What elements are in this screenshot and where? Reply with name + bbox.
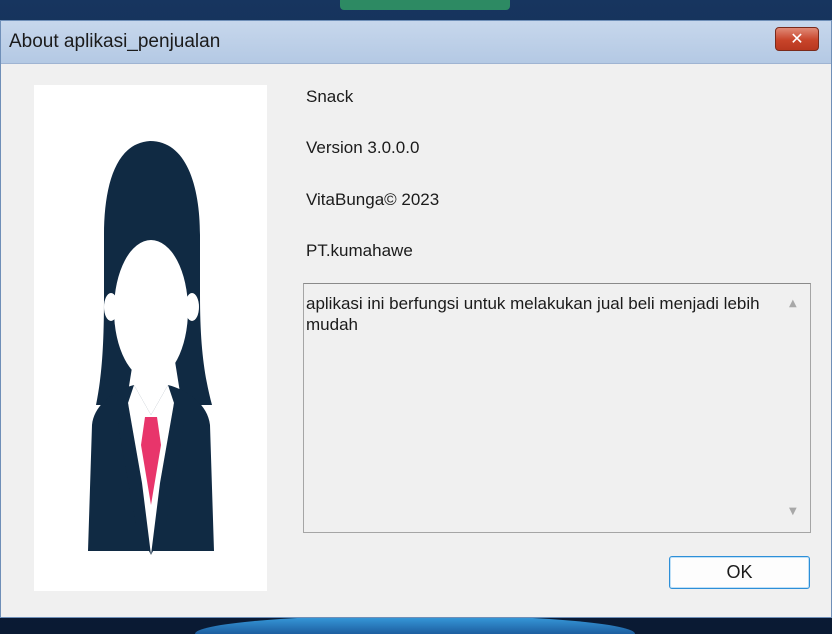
scroll-up-icon[interactable]: ▲	[789, 298, 797, 309]
description-textbox[interactable]: aplikasi ini berfungsi untuk melakukan j…	[303, 283, 811, 533]
description-text: aplikasi ini berfungsi untuk melakukan j…	[306, 294, 760, 334]
about-dialog: About aplikasi_penjualan ✕ Snack Version	[0, 20, 832, 618]
description-scrollbar[interactable]: ▲ ▼	[780, 284, 810, 532]
ok-button[interactable]: OK	[669, 556, 810, 589]
background-window-edge	[340, 0, 510, 10]
window-title: About aplikasi_penjualan	[9, 31, 221, 52]
logo-image	[34, 85, 267, 591]
scroll-down-icon[interactable]: ▼	[789, 506, 797, 517]
product-name: Snack	[306, 87, 354, 106]
copyright-label: VitaBunga© 2023	[306, 190, 440, 209]
close-button[interactable]: ✕	[775, 27, 819, 51]
title-bar[interactable]: About aplikasi_penjualan ✕	[1, 21, 831, 64]
version-label: Version 3.0.0.0	[306, 138, 420, 157]
close-icon: ✕	[790, 29, 804, 48]
woman-avatar-icon	[88, 141, 214, 555]
company-label: PT.kumahawe	[306, 241, 413, 260]
avatar-face	[114, 240, 188, 380]
